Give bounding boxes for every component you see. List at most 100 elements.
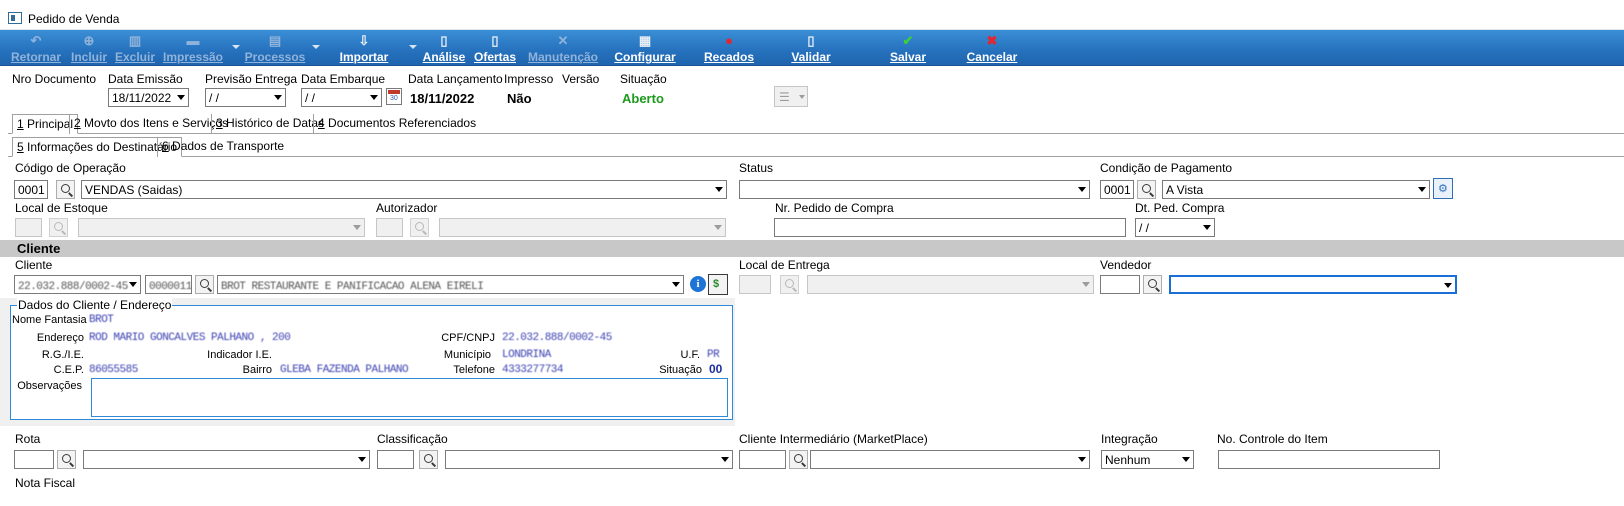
- cliente-intermediario-search-button[interactable]: [789, 450, 808, 469]
- validar-button[interactable]: ▯ Validar: [786, 30, 836, 66]
- recados-button[interactable]: ● Recados: [700, 30, 758, 66]
- list-icon: ☰: [779, 90, 790, 104]
- classificacao-code-input[interactable]: [377, 450, 414, 469]
- no-controle-item-input[interactable]: [1218, 450, 1440, 469]
- observacoes-textarea[interactable]: [91, 378, 728, 417]
- retornar-label: Retornar: [10, 50, 61, 64]
- cancelar-button[interactable]: ✖ Cancelar: [960, 30, 1024, 66]
- excluir-button[interactable]: ▥ Excluir: [113, 30, 157, 66]
- search-icon: [1142, 184, 1151, 193]
- integracao-value: Nenhum: [1105, 453, 1151, 467]
- tab-documentos-referenciados[interactable]: 4 Documentos Referenciados: [313, 114, 480, 134]
- calendar-button[interactable]: 30: [386, 88, 402, 105]
- salvar-button[interactable]: ✔ Salvar: [884, 30, 932, 66]
- chevron-down-icon: [715, 187, 723, 192]
- importar-button[interactable]: ⇩ Importar: [333, 30, 395, 66]
- tab-dados-transporte[interactable]: 6 Dados de Transporte: [157, 137, 288, 157]
- codigo-operacao-search-button[interactable]: [56, 180, 75, 199]
- nr-pedido-compra-input[interactable]: [774, 218, 1126, 237]
- cep-label: C.E.P.: [53, 364, 84, 376]
- cliente-name-select[interactable]: BROT RESTAURANTE E PANIFICACAO ALENA EIR…: [217, 275, 684, 294]
- tab-principal-key: 1: [17, 117, 24, 131]
- status-select[interactable]: [739, 180, 1090, 199]
- classificacao-search-button[interactable]: [419, 450, 438, 469]
- local-estoque-label: Local de Estoque: [15, 201, 108, 215]
- tab-historico-datas[interactable]: 3 Histórico de Datas: [211, 114, 328, 134]
- local-estoque-select: [78, 218, 365, 237]
- impressao-dropdown-icon[interactable]: [232, 45, 240, 49]
- nro-documento-label: Nro Documento: [12, 72, 97, 86]
- rota-select[interactable]: [83, 450, 370, 469]
- local-entrega-code-input: [739, 275, 771, 294]
- search-icon: [794, 454, 803, 463]
- tab-movto-itens[interactable]: 2 Movto dos Itens e Serviços: [69, 114, 232, 134]
- gear-icon: ⚙: [1438, 183, 1448, 195]
- tools-icon: ✕: [557, 33, 569, 48]
- condicao-pagamento-search-button[interactable]: [1137, 180, 1156, 199]
- previsao-entrega-picker[interactable]: / /: [205, 88, 286, 107]
- excluir-label: Excluir: [114, 50, 156, 64]
- classificacao-select[interactable]: [445, 450, 733, 469]
- cliente-name-value: BROT RESTAURANTE E PANIFICACAO ALENA EIR…: [221, 281, 484, 293]
- previsao-entrega-value: / /: [209, 91, 220, 105]
- vendedor-code-input[interactable]: [1100, 275, 1140, 294]
- condicao-pagamento-select[interactable]: A Vista: [1162, 180, 1430, 199]
- processos-dropdown-icon[interactable]: [312, 45, 320, 49]
- offer-icon: ▯: [491, 33, 499, 48]
- list-view-button[interactable]: ☰: [774, 86, 808, 107]
- vendedor-select[interactable]: [1169, 275, 1457, 294]
- data-lancamento-value: 18/11/2022: [410, 91, 475, 106]
- retornar-button[interactable]: ↶ Retornar: [8, 30, 64, 66]
- cliente-document-value: 22.032.888/0002-45: [18, 281, 128, 293]
- data-emissao-label: Data Emissão: [108, 72, 183, 86]
- codigo-operacao-code-input[interactable]: 0001: [14, 180, 48, 199]
- impressao-button[interactable]: ▬ Impressão: [160, 30, 226, 66]
- condicao-pagamento-code-input[interactable]: 0001: [1100, 180, 1134, 199]
- cliente-code-value: 0000011: [149, 281, 192, 293]
- data-embarque-picker[interactable]: / /: [301, 88, 382, 107]
- tab-movto-label: Movto dos Itens e Serviços: [80, 116, 229, 130]
- dt-ped-compra-picker[interactable]: / /: [1135, 218, 1215, 237]
- autorizador-label: Autorizador: [376, 201, 438, 215]
- cpf-cnpj-value: 22.032.888/0002-45: [502, 332, 612, 344]
- cliente-intermediario-code-input[interactable]: [739, 450, 786, 469]
- cancelar-label: Cancelar: [966, 50, 1018, 64]
- processos-button[interactable]: ▤ Processos: [243, 30, 307, 66]
- cliente-search-button[interactable]: [195, 275, 214, 294]
- analise-button[interactable]: ▯ Análise: [420, 30, 468, 66]
- rota-search-button[interactable]: [57, 450, 76, 469]
- manutencao-button[interactable]: ✕ Manutenção: [524, 30, 602, 66]
- importar-dropdown-icon[interactable]: [409, 45, 417, 49]
- vendedor-search-button[interactable]: [1143, 275, 1162, 294]
- impresso-value: Não: [507, 91, 532, 106]
- local-entrega-search-button: [780, 275, 799, 294]
- search-icon: [200, 279, 209, 288]
- situacao-cliente-label: Situação: [659, 364, 702, 376]
- cliente-financial-button[interactable]: $: [708, 274, 728, 295]
- chevron-down-icon: [721, 457, 729, 462]
- tab-destinatario-key: 5: [17, 140, 24, 154]
- configurar-button[interactable]: ▦ Configurar: [612, 30, 678, 66]
- chevron-down-icon: [1418, 187, 1426, 192]
- codigo-operacao-select[interactable]: VENDAS (Saidas): [81, 180, 727, 199]
- data-embarque-label: Data Embarque: [301, 72, 386, 86]
- cliente-intermediario-select[interactable]: [810, 450, 1090, 469]
- document-icon: ▯: [440, 33, 448, 48]
- info-icon[interactable]: i: [690, 276, 706, 292]
- integracao-select[interactable]: Nenhum: [1101, 450, 1194, 469]
- search-icon: [424, 454, 433, 463]
- impressao-label: Impressão: [162, 50, 224, 64]
- codigo-operacao-label: Código de Operação: [15, 161, 126, 175]
- checkmark-icon: ✔: [902, 33, 914, 48]
- salvar-label: Salvar: [889, 50, 927, 64]
- cliente-document-select[interactable]: 22.032.888/0002-45: [14, 275, 141, 294]
- ofertas-button[interactable]: ▯ Ofertas: [471, 30, 519, 66]
- cliente-code-input[interactable]: 0000011: [145, 275, 192, 294]
- import-icon: ⇩: [358, 33, 370, 48]
- data-emissao-picker[interactable]: 18/11/2022: [108, 88, 189, 107]
- rota-code-input[interactable]: [14, 450, 54, 469]
- tab-movto-key: 2: [74, 116, 81, 130]
- condicao-pagamento-config-button[interactable]: ⚙: [1433, 178, 1453, 199]
- ofertas-label: Ofertas: [473, 50, 517, 64]
- incluir-button[interactable]: ⊕ Incluir: [68, 30, 110, 66]
